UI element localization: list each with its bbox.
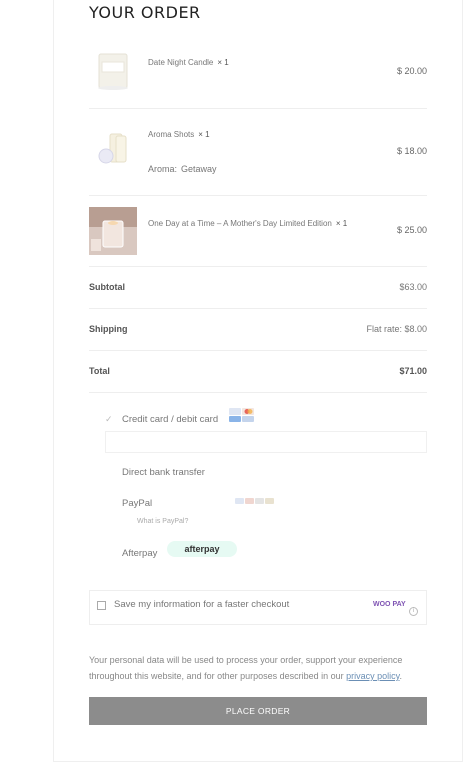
afterpay-logo: afterpay: [167, 541, 237, 557]
paypal-option[interactable]: PayPal: [122, 498, 152, 509]
save-info-checkbox[interactable]: [97, 601, 106, 610]
order-item: Date Night Candle × 1 $ 20.00: [89, 46, 427, 96]
credit-card-option[interactable]: Credit card / debit card: [122, 414, 218, 425]
item-price: $ 18.00: [396, 146, 427, 156]
subtotal-value: $63.00: [399, 282, 427, 292]
gift-set-image: [89, 207, 137, 255]
divider: [89, 108, 427, 109]
shipping-label: Shipping: [89, 324, 128, 334]
divider: [89, 392, 427, 393]
item-price: $ 25.00: [396, 225, 427, 235]
card-details-field[interactable]: [105, 431, 427, 453]
aroma-shots-image: [89, 124, 137, 172]
card-logos-icon: [229, 408, 254, 422]
subtotal-label: Subtotal: [89, 282, 125, 292]
afterpay-option[interactable]: Afterpay: [122, 548, 157, 559]
save-info-box: Save my information for a faster checkou…: [89, 590, 427, 625]
shipping-value: Flat rate: $8.00: [366, 324, 427, 334]
order-card: [53, 0, 463, 762]
item-name: One Day at a Time – A Mother's Day Limit…: [148, 219, 348, 228]
order-title: YOUR ORDER: [89, 3, 201, 22]
what-is-paypal-link[interactable]: What is PayPal?: [137, 518, 188, 525]
paypal-logos-icon: [235, 498, 274, 504]
item-name: Aroma Shots × 1: [148, 130, 210, 139]
order-item: One Day at a Time – A Mother's Day Limit…: [89, 207, 427, 255]
privacy-notice: Your personal data will be used to proce…: [89, 655, 403, 681]
save-info-label[interactable]: Save my information for a faster checkou…: [114, 599, 289, 610]
bank-transfer-option[interactable]: Direct bank transfer: [122, 467, 205, 478]
divider: [89, 308, 427, 309]
item-name: Date Night Candle × 1: [148, 58, 229, 67]
item-price: $ 20.00: [396, 66, 427, 76]
divider: [89, 195, 427, 196]
place-order-button[interactable]: PLACE ORDER: [89, 697, 427, 725]
item-attribute: Aroma: Getaway: [148, 164, 217, 174]
privacy-policy-link[interactable]: privacy policy: [346, 671, 399, 681]
woopay-logo: WOO PAY: [373, 601, 406, 608]
order-item: Aroma Shots × 1 Aroma: Getaway $ 18.00: [89, 120, 427, 180]
divider: [89, 266, 427, 267]
divider: [89, 350, 427, 351]
total-value: $71.00: [399, 366, 427, 376]
info-icon[interactable]: i: [409, 607, 418, 616]
credit-card-radio[interactable]: ✓: [105, 414, 113, 425]
total-label: Total: [89, 366, 110, 376]
candle-image: [89, 46, 137, 94]
